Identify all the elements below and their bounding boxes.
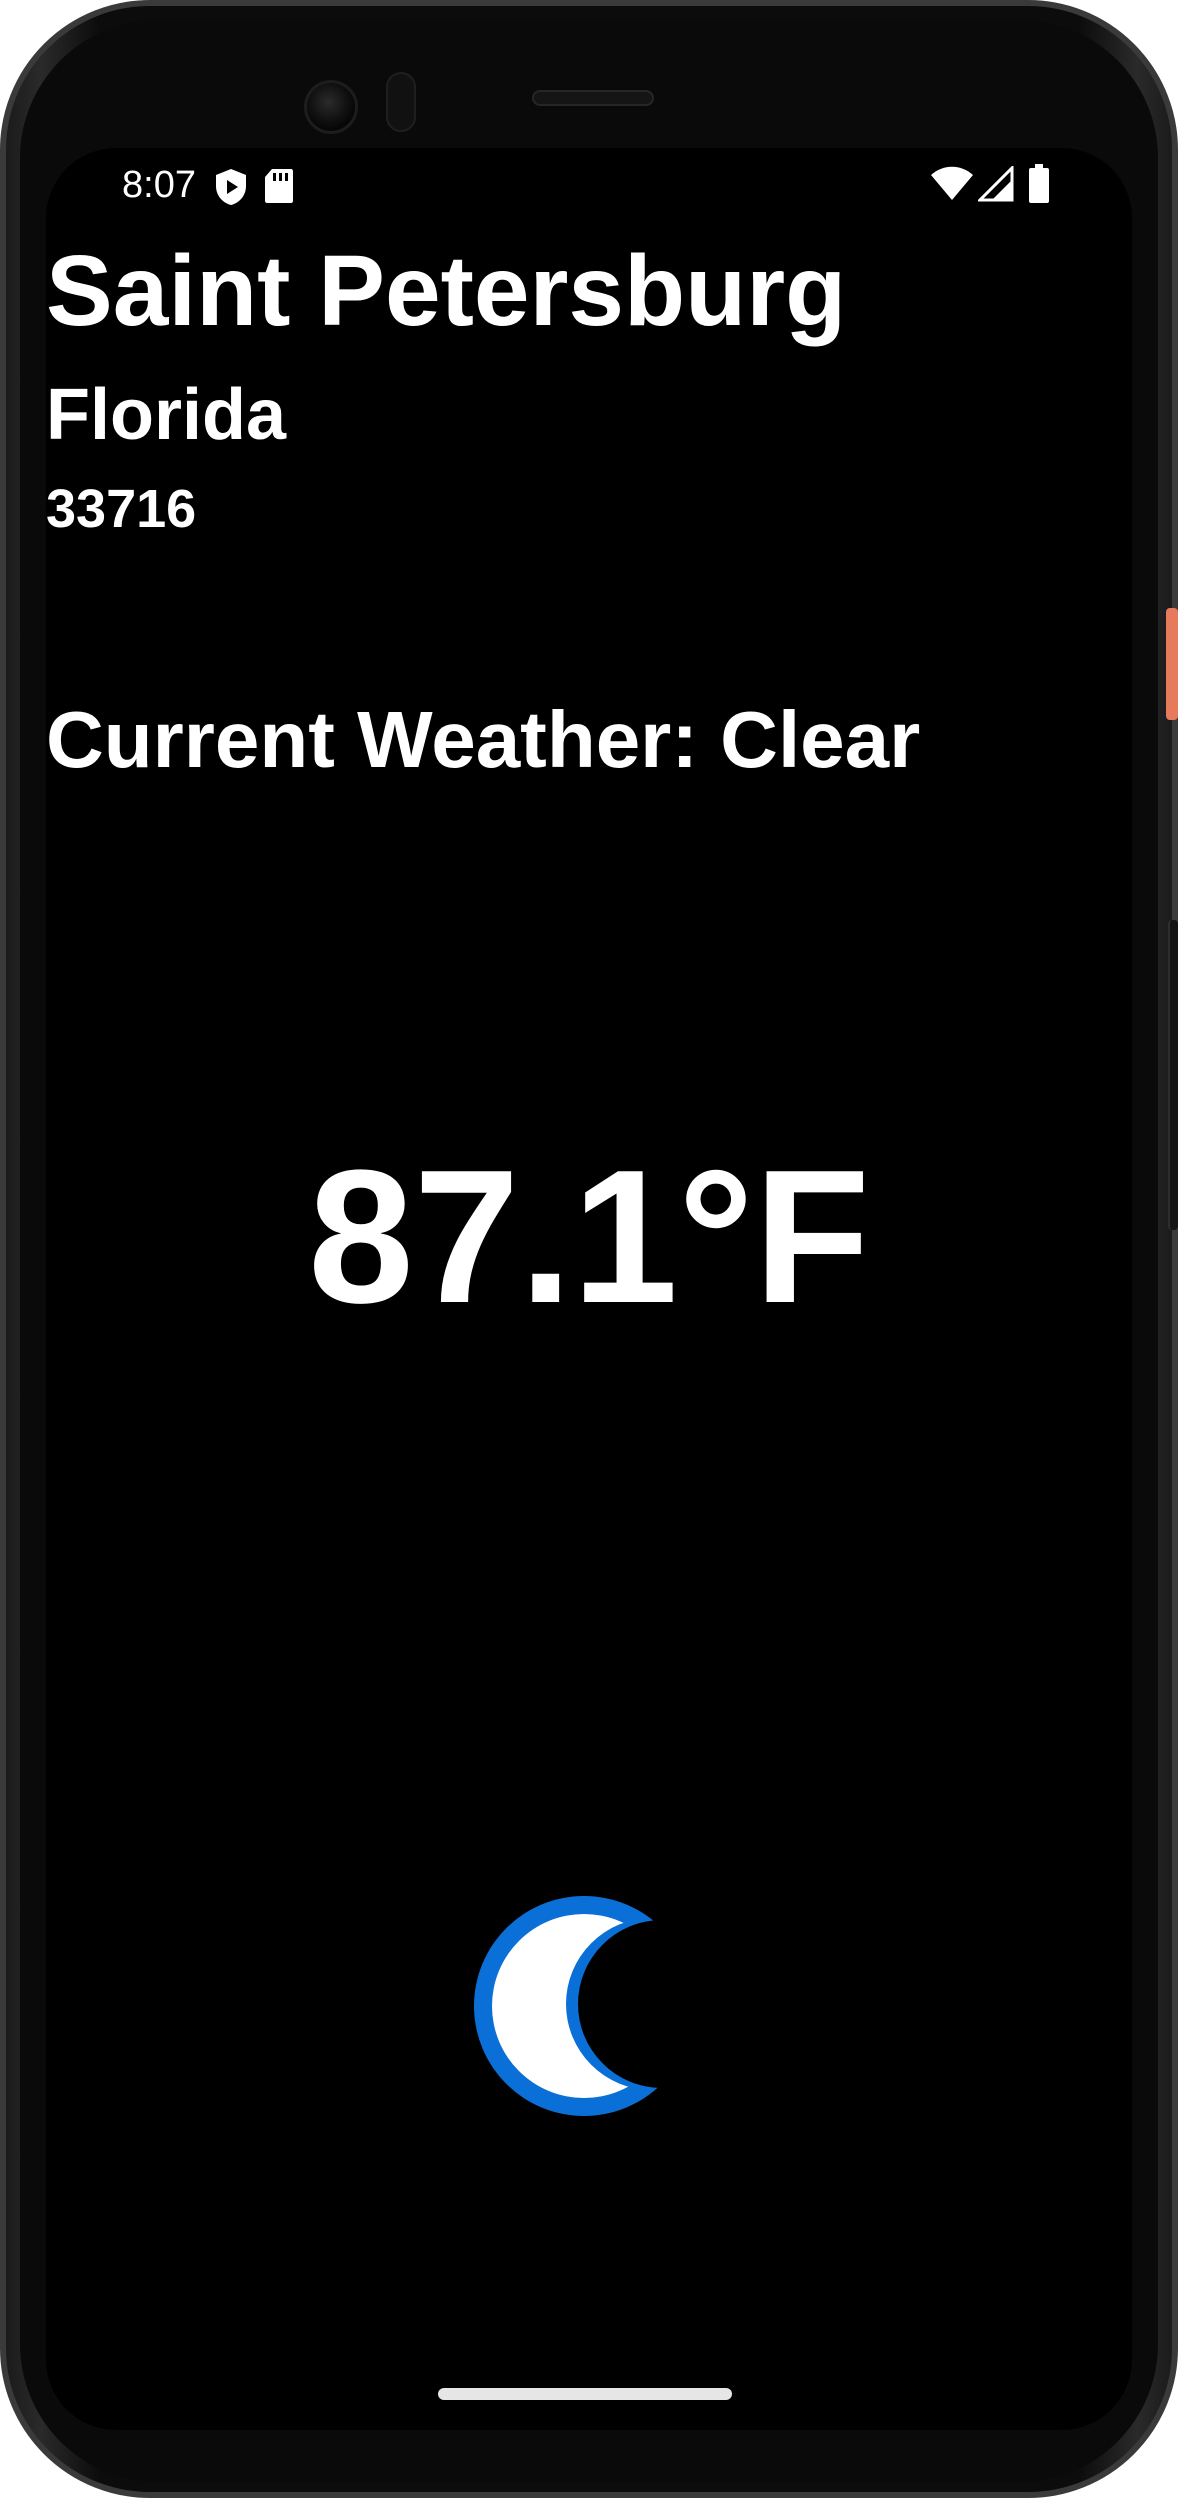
- state-name: Florida: [46, 375, 287, 455]
- status-time: 8:07: [122, 164, 196, 206]
- sd-card-icon: [264, 168, 294, 209]
- app-screen: 8:07 Saint Petersburg Florida 33716 Curr…: [46, 148, 1132, 2430]
- current-weather-label: Current Weather: Clear: [46, 695, 921, 784]
- front-camera: [304, 80, 358, 134]
- volume-rocker[interactable]: [1168, 920, 1178, 1230]
- status-bar: 8:07: [46, 148, 1132, 214]
- proximity-sensor: [386, 72, 416, 132]
- earpiece-speaker: [532, 90, 654, 106]
- crescent-moon-icon: [472, 1892, 694, 2120]
- temperature-readout: 87.1°F: [308, 1131, 870, 1343]
- cellular-signal-icon: [976, 164, 1014, 207]
- moon-inner-shape: [492, 1914, 676, 2098]
- power-button[interactable]: [1166, 608, 1178, 720]
- gesture-nav-handle[interactable]: [438, 2388, 732, 2400]
- zip-code: 33716: [46, 479, 197, 539]
- wifi-icon: [930, 166, 974, 207]
- city-name: Saint Petersburg: [46, 235, 847, 347]
- shield-play-icon: [214, 168, 248, 211]
- battery-icon: [1028, 164, 1050, 209]
